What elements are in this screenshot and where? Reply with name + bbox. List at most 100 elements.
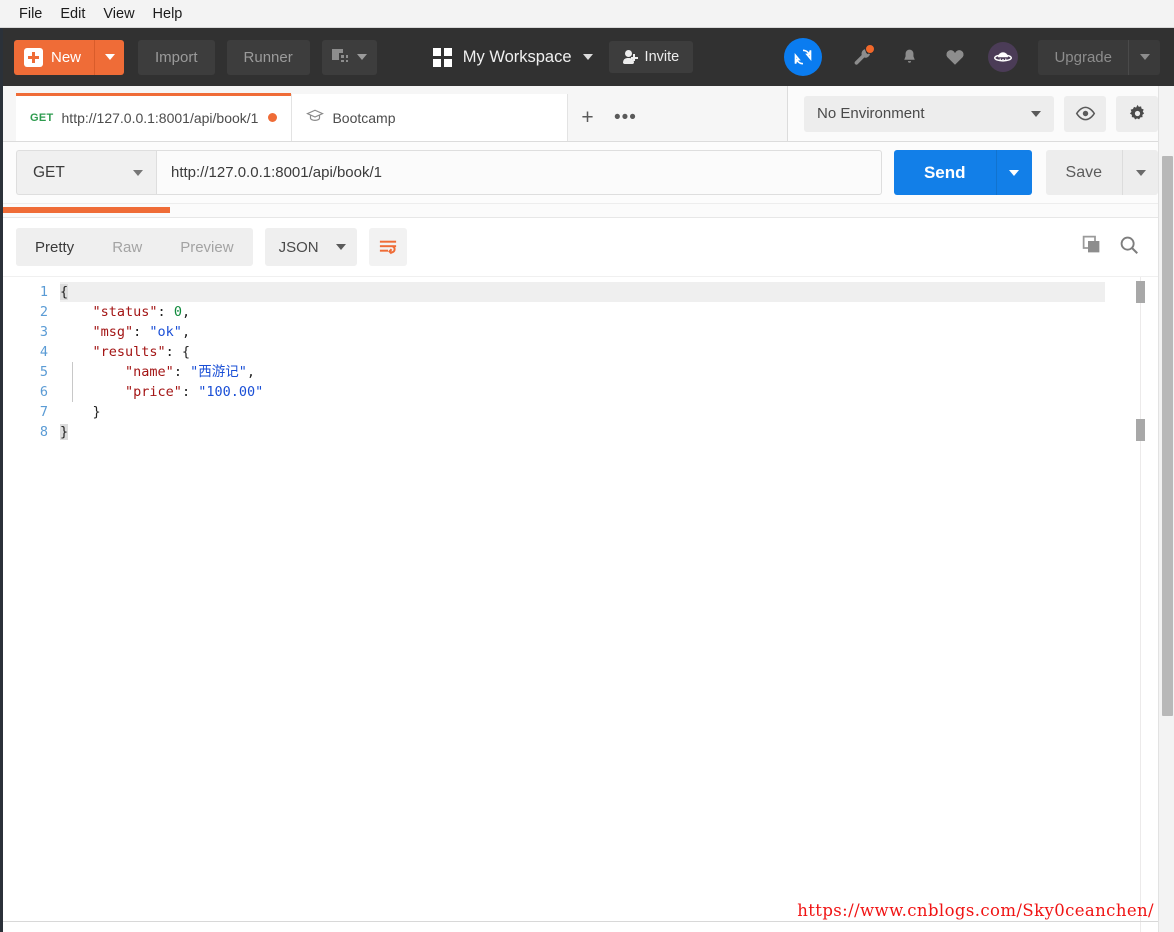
heart-button[interactable] [934, 36, 976, 78]
menu-item-file[interactable]: File [10, 4, 51, 24]
menu-item-view[interactable]: View [94, 4, 143, 24]
line-number: 7 [39, 404, 48, 420]
chevron-down-icon [335, 244, 346, 250]
code-line: "name": "西游记", [125, 364, 255, 380]
wrench-button[interactable] [842, 36, 884, 78]
code-line: "msg": "ok", [92, 324, 191, 340]
upgrade-label: Upgrade [1054, 48, 1112, 66]
runner-button[interactable]: Runner [226, 39, 310, 75]
line-number: 4 [39, 344, 48, 360]
method-label: GET [33, 163, 65, 181]
code-line: } [60, 424, 69, 440]
send-dropdown-button[interactable] [995, 150, 1032, 195]
url-value: http://127.0.0.1:8001/api/book/1 [171, 164, 383, 181]
settings-button[interactable] [1116, 95, 1158, 132]
word-wrap-button[interactable] [368, 228, 407, 266]
line-number: 8 [39, 424, 48, 440]
toolbar-right-icons: Upgrade [784, 36, 1160, 78]
line-number: 2 [39, 304, 48, 320]
code-lines: { "status": 0, "msg": "ok", "results": {… [60, 282, 1174, 442]
copy-icon [1082, 235, 1100, 253]
sync-icon [795, 49, 812, 65]
new-button[interactable]: New [14, 39, 125, 75]
eye-icon [1075, 106, 1095, 121]
bell-button[interactable] [888, 36, 930, 78]
invite-label: Invite [644, 49, 680, 65]
upgrade-button[interactable]: Upgrade [1038, 39, 1160, 75]
new-button-dropdown[interactable] [94, 39, 125, 75]
code-line: "price": "100.00" [125, 384, 264, 400]
chevron-down-icon [1139, 54, 1150, 60]
save-button[interactable]: Save [1046, 150, 1122, 195]
response-view-tabs: Pretty Raw Preview [16, 228, 253, 266]
ufo-avatar-icon [994, 52, 1013, 62]
chevron-down-icon [1135, 169, 1146, 176]
line-number: 3 [39, 324, 48, 340]
sync-button[interactable] [784, 38, 823, 76]
line-number: 6 [39, 384, 48, 400]
environment-quick-look-button[interactable] [1064, 95, 1106, 132]
import-button[interactable]: Import [138, 39, 215, 75]
save-button-group: Save [1045, 150, 1158, 195]
editor-scrollbar-thumb-2[interactable] [1136, 419, 1145, 441]
json-viewer: 1 2 3 4 5 6 7 8 { "status": 0, "msg": "ok", "re… [0, 277, 1174, 442]
code-line: "status": 0, [92, 304, 191, 320]
send-button-group: Send [893, 150, 1032, 195]
environment-selected-label: No Environment [817, 105, 925, 122]
page-scrollbar-thumb[interactable] [1162, 156, 1173, 716]
line-number: 5 [39, 364, 48, 380]
postman-window: File Edit View Help New Import Runner My… [0, 0, 1174, 932]
response-body[interactable]: 1 2 3 4 5 6 7 8 { "status": 0, "msg": "ok", "re… [0, 276, 1174, 932]
tab-bootcamp[interactable]: Bootcamp [292, 94, 569, 141]
chevron-down-icon [356, 54, 367, 60]
search-icon [1120, 236, 1138, 254]
add-tab-button[interactable]: + [568, 94, 607, 141]
search-button[interactable] [1118, 234, 1140, 261]
page-scrollbar-track[interactable] [1158, 86, 1174, 932]
code-line: { [60, 282, 1105, 302]
chevron-down-icon [104, 54, 115, 60]
response-format-label: JSON [278, 238, 319, 256]
request-url-bar: GET http://127.0.0.1:8001/api/book/1 Sen… [0, 142, 1174, 204]
new-collection-icon [331, 49, 350, 65]
tab-title: Bootcamp [332, 109, 396, 126]
editor-scrollbar-track[interactable] [1140, 277, 1141, 932]
tab-preview[interactable]: Preview [161, 228, 252, 266]
plus-square-icon [24, 47, 43, 67]
method-select[interactable]: GET [16, 150, 156, 195]
tab-raw[interactable]: Raw [93, 228, 161, 266]
code-line: "results": { [92, 344, 191, 360]
menu-item-help[interactable]: Help [144, 4, 192, 24]
upgrade-dropdown[interactable] [1128, 39, 1160, 75]
progress-bar [0, 207, 170, 213]
environment-zone: No Environment [788, 86, 1174, 141]
new-button-main[interactable]: New [14, 39, 95, 75]
heart-icon [946, 50, 965, 65]
chevron-down-icon [1009, 169, 1020, 176]
tab-options-button[interactable]: ••• [606, 94, 645, 141]
loading-progress-strip [0, 204, 1174, 218]
unsaved-indicator-icon [268, 113, 278, 122]
response-actions [1081, 234, 1158, 261]
url-input[interactable]: http://127.0.0.1:8001/api/book/1 [156, 150, 882, 195]
main-toolbar: New Import Runner My Workspace Invite Up… [0, 28, 1174, 86]
send-button[interactable]: Send [893, 150, 996, 195]
response-format-select[interactable]: JSON [264, 228, 357, 266]
tab-title: http://127.0.0.1:8001/api/book/1 [61, 109, 259, 126]
chevron-down-icon [133, 169, 143, 176]
invite-button[interactable]: Invite [608, 41, 694, 73]
copy-button[interactable] [1081, 234, 1102, 260]
tab-pretty[interactable]: Pretty [16, 228, 94, 266]
editor-scrollbar-thumb[interactable] [1136, 281, 1145, 303]
new-collection-button[interactable] [321, 39, 377, 75]
line-number: 1 [39, 284, 48, 300]
save-dropdown-button[interactable] [1122, 150, 1158, 195]
environment-select[interactable]: No Environment [804, 95, 1054, 132]
chevron-down-icon [582, 54, 593, 60]
tab-request-get-book[interactable]: GET http://127.0.0.1:8001/api/book/1 [16, 93, 293, 141]
chevron-down-icon [1031, 110, 1041, 117]
workspace-selector[interactable]: My Workspace [432, 47, 593, 67]
request-tabs: GET http://127.0.0.1:8001/api/book/1 Boo… [0, 86, 788, 141]
menu-item-edit[interactable]: Edit [51, 4, 94, 24]
avatar[interactable] [988, 42, 1019, 72]
